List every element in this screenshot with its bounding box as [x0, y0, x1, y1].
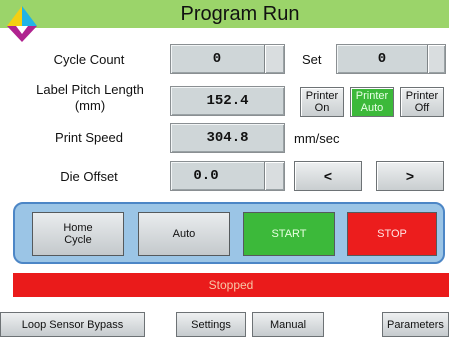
cycle-count-label: Cycle Count: [53, 52, 125, 67]
printer-off-line2: Off: [414, 102, 430, 114]
home-cycle-line2: Cycle: [64, 234, 92, 246]
printer-off-line1: Printer: [405, 90, 439, 102]
label-pitch-label-line2: (mm): [74, 98, 106, 113]
set-label: Set: [302, 52, 322, 67]
loop-sensor-bypass-button[interactable]: Loop Sensor Bypass: [0, 312, 145, 337]
die-offset-field[interactable]: 0.0: [170, 161, 285, 191]
cycle-count-value: 0: [212, 51, 222, 67]
manual-button[interactable]: Manual: [252, 312, 324, 337]
printer-auto-line2: Auto: [360, 102, 384, 114]
cycle-count-spinner[interactable]: [264, 45, 284, 73]
print-speed-label: Print Speed: [55, 130, 123, 145]
set-field[interactable]: 0: [336, 44, 446, 74]
printer-auto-line1: Printer: [355, 90, 389, 102]
printer-off-button[interactable]: Printer Off: [400, 87, 444, 117]
label-pitch-label: Label Pitch Length (mm): [18, 82, 162, 114]
decrement-button[interactable]: <: [294, 161, 362, 191]
cycle-count-field[interactable]: 0: [170, 44, 285, 74]
print-speed-field[interactable]: 304.8: [170, 123, 285, 153]
home-cycle-button[interactable]: Home Cycle: [32, 212, 124, 256]
die-offset-value: 0.0: [193, 168, 219, 184]
label-pitch-label-line1: Label Pitch Length: [36, 82, 144, 97]
die-offset-label: Die Offset: [60, 169, 118, 184]
increment-button[interactable]: >: [376, 161, 444, 191]
printer-on-line1: Printer: [305, 90, 339, 102]
start-button[interactable]: START: [243, 212, 335, 256]
stop-button[interactable]: STOP: [347, 212, 437, 256]
printer-on-button[interactable]: Printer On: [300, 87, 344, 117]
status-banner: Stopped: [13, 273, 449, 297]
home-cycle-line1: Home: [63, 222, 93, 234]
set-spinner[interactable]: [427, 45, 445, 73]
label-pitch-field[interactable]: 152.4: [170, 86, 285, 116]
parameters-button[interactable]: Parameters: [382, 312, 449, 337]
page-title: Program Run: [180, 3, 300, 25]
tricolor-logo-icon: [7, 6, 37, 42]
settings-button[interactable]: Settings: [176, 312, 246, 337]
auto-button[interactable]: Auto: [138, 212, 230, 256]
printer-on-line2: On: [314, 102, 330, 114]
set-value: 0: [377, 51, 387, 67]
printer-auto-button[interactable]: Printer Auto: [350, 87, 394, 117]
die-offset-spinner[interactable]: [264, 162, 284, 190]
print-speed-unit: mm/sec: [294, 131, 340, 146]
